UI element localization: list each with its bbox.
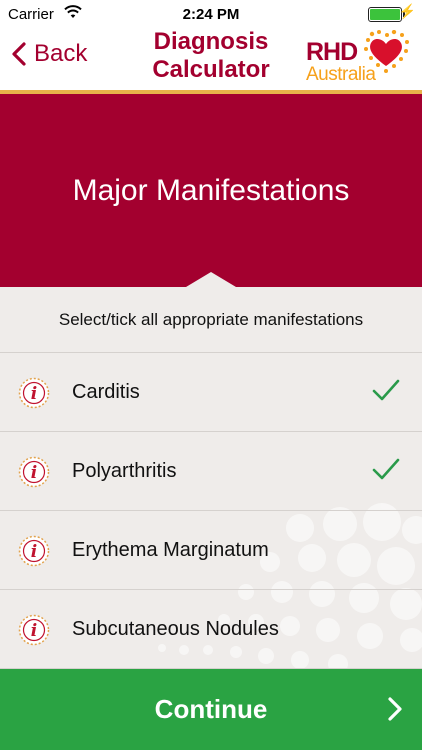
chevron-left-icon [12, 42, 26, 66]
svg-text:i: i [31, 621, 37, 641]
info-icon[interactable]: i [18, 377, 50, 409]
battery-icon [368, 7, 405, 22]
logo-rhd-text: RHD [306, 38, 358, 66]
list-item-erythema-marginatum[interactable]: i Erythema Marginatum [0, 511, 422, 590]
svg-text:i: i [31, 384, 37, 404]
info-icon[interactable]: i [18, 456, 50, 488]
manifestation-label: Carditis [72, 380, 140, 403]
list-item-polyarthritis[interactable]: i Polyarthritis [0, 432, 422, 511]
page-title: Diagnosis Calculator [140, 28, 282, 84]
status-bar: Carrier 2:24 PM ⚡ [0, 0, 422, 28]
title-line-1: Diagnosis [153, 28, 269, 55]
title-line-2: Calculator [152, 56, 270, 83]
section-title: Major Manifestations [72, 173, 350, 207]
navigation-bar: Back Diagnosis Calculator RHD Australia [0, 28, 422, 90]
manifestation-label: Subcutaneous Nodules [72, 617, 279, 640]
list-item-carditis[interactable]: i Carditis [0, 353, 422, 432]
svg-text:i: i [31, 463, 37, 483]
banner-notch [186, 272, 236, 287]
continue-label: Continue [154, 694, 268, 724]
continue-button[interactable]: Continue [0, 669, 422, 750]
manifestation-list: i Carditis i Polyarthritis i Erythema Ma… [0, 353, 422, 669]
manifestation-label: Erythema Marginatum [72, 538, 269, 561]
back-button[interactable]: Back [12, 40, 87, 68]
manifestation-label: Polyarthritis [72, 459, 177, 482]
list-item-subcutaneous-nodules[interactable]: i Subcutaneous Nodules [0, 590, 422, 669]
back-label: Back [34, 40, 88, 67]
svg-text:i: i [31, 542, 37, 562]
section-banner: Major Manifestations [0, 94, 422, 287]
info-icon[interactable]: i [18, 614, 50, 646]
charging-icon: ⚡ [398, 3, 416, 19]
instructions-text: Select/tick all appropriate manifestatio… [0, 287, 422, 353]
rhd-australia-logo: RHD Australia [306, 30, 410, 86]
logo-australia-text: Australia [306, 64, 376, 85]
info-icon[interactable]: i [18, 535, 50, 567]
checkmark-icon [372, 458, 400, 480]
chevron-right-icon [388, 697, 402, 721]
clock: 2:24 PM [182, 6, 240, 23]
checkmark-icon [372, 379, 400, 401]
